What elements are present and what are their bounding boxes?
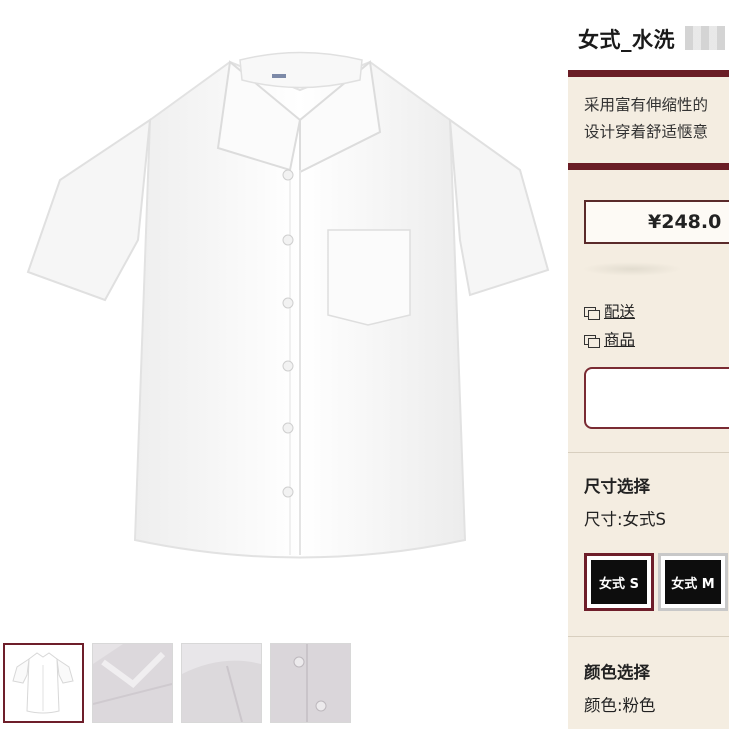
main-product-image: [0, 0, 568, 636]
size-option-label: 女式 M: [665, 560, 721, 604]
thumbnail-collar-detail[interactable]: [92, 643, 173, 723]
quantity-input-box[interactable]: [584, 367, 729, 429]
size-section-title: 尺寸选择: [584, 477, 650, 496]
size-option-label: 女式 S: [591, 560, 647, 604]
link-label: 商品: [604, 331, 636, 349]
product-description: 采用富有伸缩性的 设计穿着舒适惬意: [584, 92, 708, 146]
accent-rule-bottom: [568, 163, 729, 170]
product-title: 女式_水洗: [578, 28, 675, 52]
button-thumb-icon: [271, 644, 350, 722]
compare-icon: [584, 307, 600, 320]
shoulder-thumb-icon: [182, 660, 261, 722]
size-option-m[interactable]: 女式 M: [658, 553, 728, 611]
accent-rule-top: [568, 70, 729, 77]
collar-thumb-icon: [93, 644, 172, 722]
divider: [568, 452, 729, 453]
link-label: 配送: [604, 303, 636, 321]
price-box: ¥248.0: [584, 200, 729, 244]
faint-mark: [582, 262, 682, 276]
white-shirt-illustration: [26, 51, 550, 559]
description-line: 设计穿着舒适惬意: [584, 123, 709, 141]
thumbnail-button-detail[interactable]: [270, 643, 351, 723]
shirt-thumb-icon: [12, 652, 74, 714]
link-product[interactable]: 商品: [584, 328, 635, 350]
size-selected-label: 尺寸:女式S: [584, 510, 667, 529]
color-section-title: 颜色选择: [584, 663, 650, 682]
compare-icon: [584, 335, 600, 348]
blurred-text: [685, 26, 725, 50]
thumbnail-shoulder-detail[interactable]: [181, 643, 262, 723]
thumbnail-white-shirt-front[interactable]: [3, 643, 84, 723]
description-line: 采用富有伸缩性的: [584, 96, 709, 114]
price-value: ¥248.0: [648, 211, 722, 233]
color-selected-label: 颜色:粉色: [584, 696, 656, 715]
title-box: 女式_水洗: [568, 0, 729, 74]
divider: [568, 636, 729, 637]
thumbnail-strip: [0, 640, 568, 729]
size-option-s[interactable]: 女式 S: [584, 553, 654, 611]
link-delivery[interactable]: 配送: [584, 300, 635, 322]
product-info-panel: 女式_水洗 采用富有伸缩性的 设计穿着舒适惬意 ¥248.0 配送 商品 尺寸选…: [568, 0, 729, 729]
